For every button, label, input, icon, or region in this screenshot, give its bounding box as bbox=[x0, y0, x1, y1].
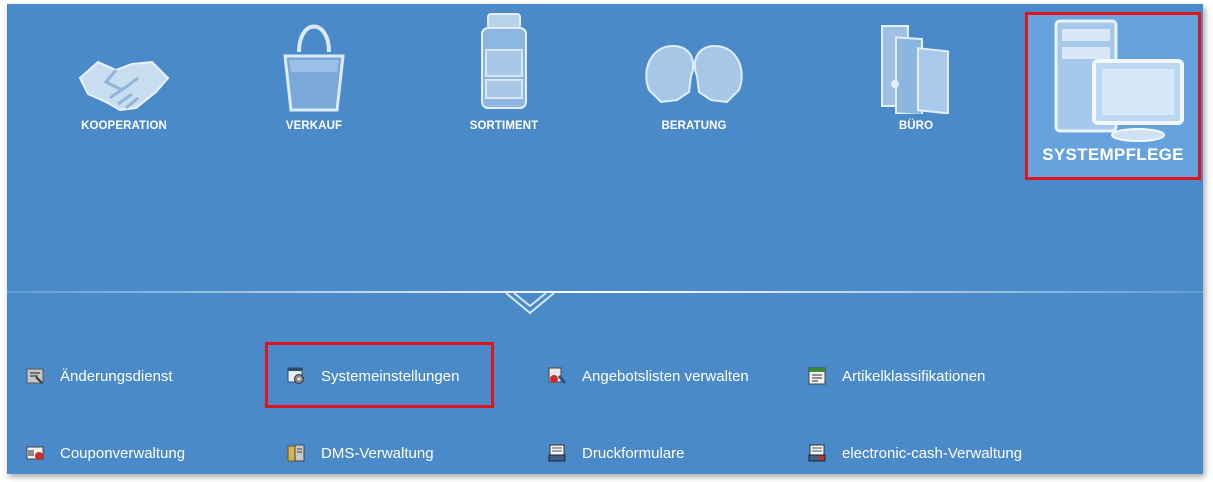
handshake-icon bbox=[78, 60, 170, 112]
submenu-label: Couponverwaltung bbox=[60, 444, 186, 462]
submenu-label: DMS-Verwaltung bbox=[321, 444, 434, 462]
submenu-label: electronic-cash-Verwaltung bbox=[842, 444, 1023, 462]
top-navigation: KOOPERATION VERKAUF SORTIMENT BERATUNG B… bbox=[7, 4, 1203, 184]
submenu-druckformulare[interactable]: Druckformulare bbox=[548, 442, 685, 464]
nav-verkauf[interactable]: VERKAUF bbox=[229, 4, 399, 184]
consultation-heads-icon bbox=[645, 44, 743, 104]
nav-kooperation[interactable]: KOOPERATION bbox=[39, 4, 209, 184]
medicine-jar-icon bbox=[481, 13, 527, 109]
submenu-label: Änderungsdienst bbox=[60, 367, 173, 385]
submenu-label: Artikelklassifikationen bbox=[842, 367, 986, 385]
computer-icon bbox=[1054, 19, 1184, 142]
nav-buero[interactable]: BÜRO bbox=[831, 4, 1001, 184]
aenderungsdienst-icon bbox=[26, 368, 44, 384]
chevron-down-icon bbox=[505, 292, 555, 315]
nav-label: SYSTEMPFLEGE bbox=[1042, 145, 1184, 164]
article-classification-icon bbox=[808, 367, 826, 385]
submenu-aenderungsdienst[interactable]: Änderungsdienst bbox=[26, 365, 173, 387]
binders-icon bbox=[881, 25, 949, 114]
print-forms-icon bbox=[548, 444, 566, 462]
ec-management-icon bbox=[808, 444, 826, 462]
submenu-label: Angebotslisten verwalten bbox=[582, 367, 749, 385]
app-panel: KOOPERATION VERKAUF SORTIMENT BERATUNG B… bbox=[7, 4, 1203, 474]
nav-sortiment[interactable]: SORTIMENT bbox=[419, 4, 589, 184]
nav-label: KOOPERATION bbox=[81, 120, 167, 132]
submenu-electronic-cash[interactable]: electronic-cash-Verwaltung bbox=[808, 442, 1022, 464]
shopping-bag-icon bbox=[283, 24, 345, 112]
submenu-couponverwaltung[interactable]: Couponverwaltung bbox=[26, 442, 185, 464]
section-divider bbox=[7, 291, 1203, 293]
nav-label: SORTIMENT bbox=[469, 120, 539, 132]
nav-beratung[interactable]: BERATUNG bbox=[609, 4, 779, 184]
submenu-label: Druckformulare bbox=[582, 444, 685, 462]
dms-icon bbox=[287, 444, 305, 462]
submenu-systemeinstellungen[interactable]: Systemeinstellungen bbox=[287, 365, 459, 387]
submenu-artikelklassifikationen[interactable]: Artikelklassifikationen bbox=[808, 365, 985, 387]
nav-systempflege[interactable]: SYSTEMPFLEGE bbox=[1025, 12, 1201, 180]
nav-label: VERKAUF bbox=[285, 120, 343, 132]
submenu-label: Systemeinstellungen bbox=[321, 367, 460, 385]
coupon-icon bbox=[26, 446, 44, 460]
nav-label: BERATUNG bbox=[661, 120, 727, 132]
offer-lists-icon bbox=[548, 367, 566, 384]
submenu-angebotslisten[interactable]: Angebotslisten verwalten bbox=[548, 365, 749, 387]
submenu-dms-verwaltung[interactable]: DMS-Verwaltung bbox=[287, 442, 434, 464]
system-settings-icon bbox=[287, 367, 304, 384]
nav-label: BÜRO bbox=[898, 120, 934, 132]
